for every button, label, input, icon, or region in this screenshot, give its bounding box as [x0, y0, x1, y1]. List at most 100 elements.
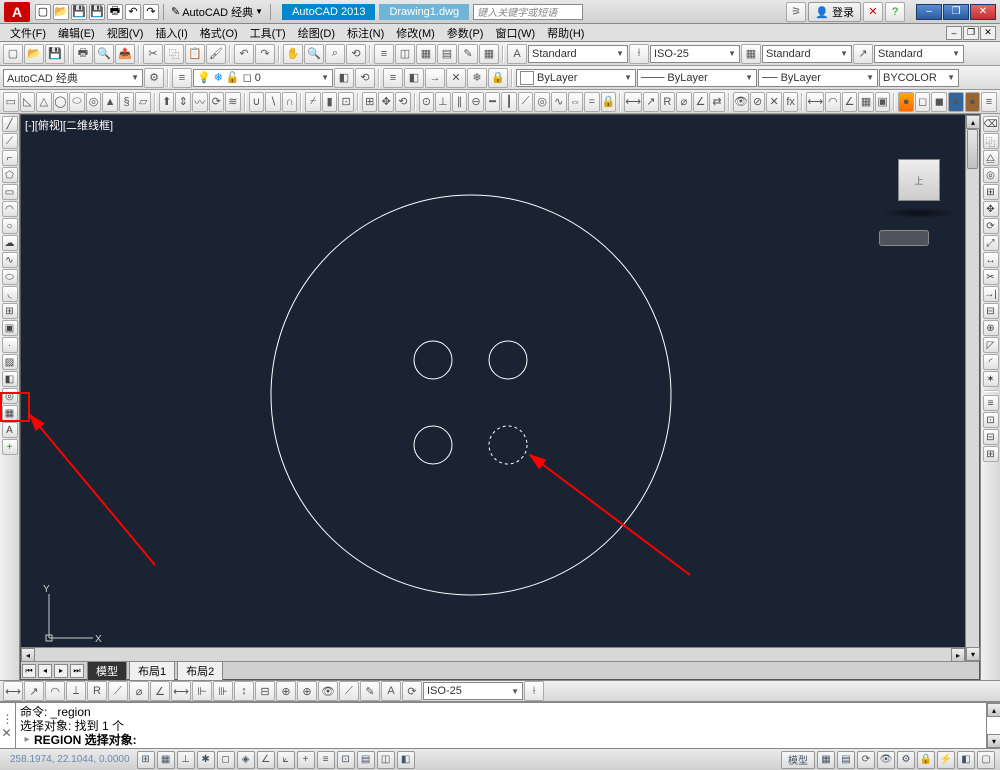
- open-icon[interactable]: 📂: [24, 44, 44, 64]
- layermatch-icon[interactable]: ◧: [404, 68, 424, 88]
- dimlinear-icon[interactable]: ⟷: [3, 681, 23, 701]
- explode-icon[interactable]: ✶: [983, 371, 999, 387]
- ws-switch-icon[interactable]: ⚙: [897, 751, 915, 769]
- smooth-constraint-icon[interactable]: ∿: [551, 92, 567, 112]
- xline-icon[interactable]: ⟋: [2, 133, 18, 149]
- redo-icon[interactable]: ↷: [255, 44, 275, 64]
- hscrollbar[interactable]: ◂ ▸: [21, 647, 965, 661]
- delconst-icon[interactable]: ✕: [766, 92, 782, 112]
- sheetset-icon[interactable]: ▤: [437, 44, 457, 64]
- drawordr3-icon[interactable]: ⊟: [983, 429, 999, 445]
- cone-icon[interactable]: △: [36, 92, 52, 112]
- rectangle-icon[interactable]: ▭: [2, 184, 18, 200]
- rotate-icon[interactable]: ⟳: [983, 218, 999, 234]
- dimstyle-mgr-icon[interactable]: ⟊: [524, 681, 544, 701]
- qview-layouts[interactable]: ▦: [817, 751, 835, 769]
- new-icon[interactable]: ▢: [3, 44, 23, 64]
- thicken-icon[interactable]: ▮: [322, 92, 338, 112]
- menu-param[interactable]: 参数(P): [441, 25, 490, 41]
- mtext-icon[interactable]: A: [2, 422, 18, 438]
- hardware-icon[interactable]: ⚡: [937, 751, 955, 769]
- dimtedit-icon[interactable]: A: [381, 681, 401, 701]
- visual-2d-icon[interactable]: ◻: [915, 92, 931, 112]
- color-combo[interactable]: ByLayer▼: [516, 69, 636, 87]
- spline-icon[interactable]: ∿: [2, 252, 18, 268]
- slice-icon[interactable]: ⌿: [305, 92, 321, 112]
- lwt-toggle[interactable]: ≡: [317, 751, 335, 769]
- dimangular-icon[interactable]: ∠: [150, 681, 170, 701]
- annovis-icon[interactable]: 👁: [877, 751, 895, 769]
- layerstate-icon[interactable]: ≡: [383, 68, 403, 88]
- helix-icon[interactable]: §: [119, 92, 135, 112]
- arc-icon[interactable]: ◠: [2, 201, 18, 217]
- doc-restore[interactable]: ❐: [963, 26, 979, 40]
- maximize-button[interactable]: ❐: [943, 4, 969, 20]
- dyn-toggle[interactable]: +: [297, 751, 315, 769]
- dimjogged-icon[interactable]: ⟋: [108, 681, 128, 701]
- ducs-toggle[interactable]: ⟀: [277, 751, 295, 769]
- dimdiameter-icon[interactable]: ⌀: [129, 681, 149, 701]
- qat-save-icon[interactable]: 💾: [71, 4, 87, 20]
- equal-icon[interactable]: =: [584, 92, 600, 112]
- render-icon[interactable]: ●: [898, 92, 914, 112]
- dimdia-c-icon[interactable]: ⌀: [676, 92, 692, 112]
- osnap-toggle[interactable]: ◻: [217, 751, 235, 769]
- qp-toggle[interactable]: ▤: [357, 751, 375, 769]
- tab-layout2[interactable]: 布局2: [177, 661, 223, 680]
- layercur-icon[interactable]: →: [425, 68, 445, 88]
- visual-real-icon[interactable]: ●: [948, 92, 964, 112]
- zoomwin-icon[interactable]: ⌕: [325, 44, 345, 64]
- symmetric-icon[interactable]: ⇔: [568, 92, 584, 112]
- convert-icon[interactable]: ⇄: [709, 92, 725, 112]
- plot-icon[interactable]: 🖶: [73, 44, 93, 64]
- addselect-icon[interactable]: +: [2, 439, 18, 455]
- properties-icon[interactable]: ≡: [374, 44, 394, 64]
- dimarc-icon[interactable]: ◠: [45, 681, 65, 701]
- qview-dwgs[interactable]: ▤: [837, 751, 855, 769]
- measure-dist-icon[interactable]: ⟷: [806, 92, 824, 112]
- cut-icon[interactable]: ✂: [143, 44, 163, 64]
- qat-redo-icon[interactable]: ↷: [143, 4, 159, 20]
- showall-icon[interactable]: 👁: [733, 92, 749, 112]
- vert-constraint-icon[interactable]: ┃: [501, 92, 517, 112]
- pyramid-icon[interactable]: ▲: [102, 92, 118, 112]
- drawordr-icon[interactable]: ≡: [983, 395, 999, 411]
- visual-hidden-icon[interactable]: ◼: [931, 92, 947, 112]
- plotstyle-combo[interactable]: BYCOLOR▼: [879, 69, 959, 87]
- ortho-toggle[interactable]: ⊥: [177, 751, 195, 769]
- match-icon[interactable]: 🖌: [206, 44, 226, 64]
- login-button[interactable]: 👤 登录: [808, 2, 861, 22]
- menu-file[interactable]: 文件(F): [4, 25, 52, 41]
- mleader-icon[interactable]: ↗: [853, 44, 873, 64]
- extend-icon[interactable]: →|: [983, 286, 999, 302]
- app-logo[interactable]: A: [4, 2, 30, 22]
- drawordr4-icon[interactable]: ⊞: [983, 446, 999, 462]
- hatch-icon[interactable]: ▨: [2, 354, 18, 370]
- workspace-selector[interactable]: ✎AutoCAD 经典▼: [167, 4, 267, 20]
- annoscale-icon[interactable]: ⟳: [857, 751, 875, 769]
- point-icon[interactable]: ·: [2, 337, 18, 353]
- block-icon[interactable]: ▣: [2, 320, 18, 336]
- paste-icon[interactable]: 📋: [185, 44, 205, 64]
- insert-icon[interactable]: ⊞: [2, 303, 18, 319]
- sphere-icon[interactable]: ◯: [53, 92, 69, 112]
- wedge-icon[interactable]: ◺: [20, 92, 36, 112]
- stretch-icon[interactable]: ↔: [983, 252, 999, 268]
- preview-icon[interactable]: 🔍: [94, 44, 114, 64]
- tab-prev[interactable]: ◂: [38, 664, 52, 678]
- dimcontinue-icon[interactable]: ⊪: [213, 681, 233, 701]
- cmd-grip[interactable]: ⋮✕: [0, 703, 16, 748]
- tab-model[interactable]: 模型: [87, 661, 127, 680]
- dimjogline-icon[interactable]: ⟋: [339, 681, 359, 701]
- qat-undo-icon[interactable]: ↶: [125, 4, 141, 20]
- trim-icon[interactable]: ✂: [983, 269, 999, 285]
- menu-dimension[interactable]: 标注(N): [341, 25, 390, 41]
- markup-icon[interactable]: ✎: [458, 44, 478, 64]
- textstyle-combo[interactable]: Standard▼: [528, 45, 628, 63]
- circle-icon[interactable]: ○: [2, 218, 18, 234]
- union-icon[interactable]: ∪: [249, 92, 265, 112]
- tab-layout1[interactable]: 布局1: [129, 661, 175, 680]
- dimrad-c-icon[interactable]: R: [660, 92, 676, 112]
- torus-icon[interactable]: ◎: [86, 92, 102, 112]
- dimbaseline-icon[interactable]: ⊩: [192, 681, 212, 701]
